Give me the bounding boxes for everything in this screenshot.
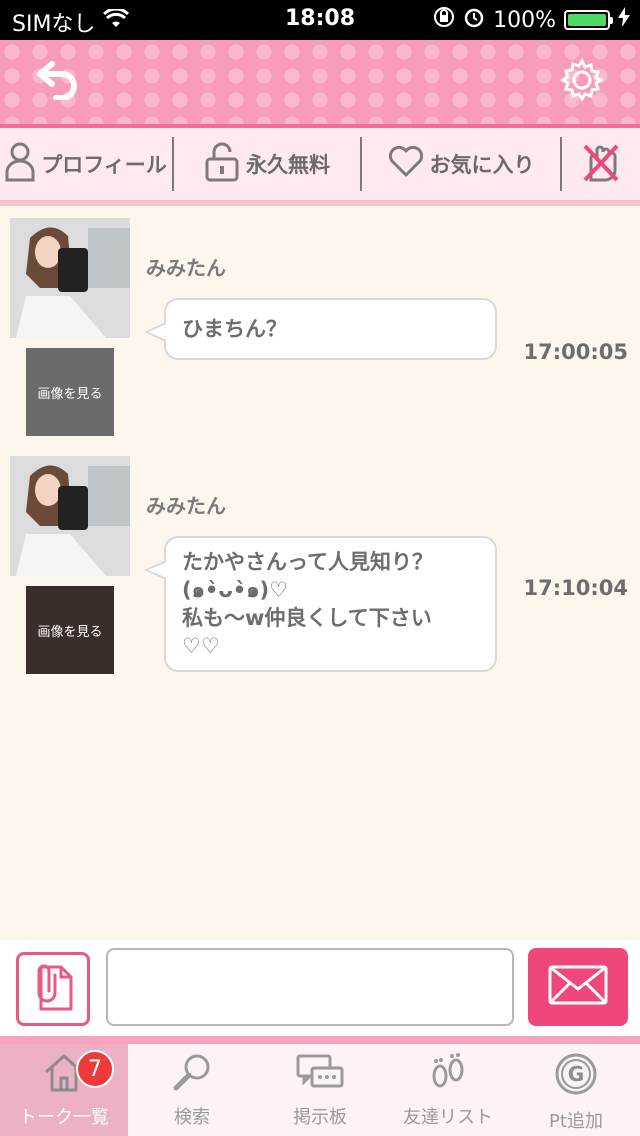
subnav-profile[interactable]: プロフィール (0, 128, 172, 200)
subnav-block[interactable] (562, 128, 640, 200)
subnav-free[interactable]: 永久無料 (174, 128, 360, 200)
view-image-label: 画像を見る (37, 386, 103, 402)
back-button[interactable] (34, 58, 82, 106)
message-input-bar (0, 940, 640, 1036)
gear-icon (560, 57, 605, 106)
image-thumb[interactable]: 画像を見る (26, 586, 114, 674)
tab-label: 掲示板 (293, 1107, 347, 1128)
unread-badge: 7 (76, 1050, 114, 1088)
chat-area[interactable]: 画像を見る みみたん ひまちん？ 17:00:05 画像を見る みみたん たかや… (0, 206, 640, 940)
svg-text:G: G (568, 1062, 584, 1086)
tab-board[interactable]: 掲示板 (256, 1044, 384, 1136)
subnav-favorite[interactable]: お気に入り (362, 128, 560, 200)
settings-button[interactable] (558, 57, 606, 106)
attach-file-button[interactable] (16, 952, 90, 1026)
chat-bubbles-icon (296, 1052, 344, 1097)
image-thumb[interactable]: 画像を見る (26, 348, 114, 436)
undo-arrow-icon (36, 60, 80, 104)
battery-fill (568, 14, 606, 26)
chat-message: 画像を見る みみたん たかやさんって人見知り？ (๑•̀ᴗ•̀๑)♡ 私も〜w仲… (0, 456, 640, 681)
app-header (0, 40, 640, 128)
avatar[interactable] (10, 456, 130, 576)
tab-add-points[interactable]: G Pt追加 (512, 1044, 640, 1136)
tab-search[interactable]: 検索 (128, 1044, 256, 1136)
tab-label: トーク一覧 (19, 1107, 109, 1128)
subnav-profile-label: プロフィール (41, 153, 167, 177)
profile-subnav: プロフィール 永久無料 お気に入り (0, 128, 640, 206)
lock-icon (204, 142, 240, 187)
message-bubble[interactable]: たかやさんって人見知り？ (๑•̀ᴗ•̀๑)♡ 私も〜w仲良くして下さい ♡♡ (144, 536, 497, 672)
block-hand-icon (581, 140, 621, 189)
subnav-free-label: 永久無料 (246, 153, 330, 177)
g-coin-icon: G (554, 1052, 598, 1101)
send-button[interactable] (528, 948, 628, 1026)
subnav-favorite-label: お気に入り (429, 153, 535, 177)
sender-name: みみたん (146, 494, 226, 518)
status-right: 100% (433, 6, 630, 34)
status-bar: SIMなし 18:08 100% (0, 0, 640, 40)
magnifier-icon (170, 1052, 214, 1097)
heart-icon (388, 145, 424, 183)
tab-friends[interactable]: 友達リスト (384, 1044, 512, 1136)
sender-name: みみたん (146, 256, 226, 280)
message-time: 17:00:05 (523, 340, 628, 364)
message-input[interactable] (106, 948, 514, 1026)
alarm-icon (463, 6, 485, 34)
charging-icon (618, 7, 630, 33)
rotation-lock-icon (433, 6, 455, 34)
avatar[interactable] (10, 218, 130, 338)
paperclip-file-icon (31, 961, 75, 1017)
tab-label: 友達リスト (403, 1107, 493, 1128)
person-icon (5, 142, 35, 187)
tab-label: 検索 (174, 1107, 210, 1128)
view-image-label: 画像を見る (37, 624, 103, 640)
tab-talk-list[interactable]: トーク一覧 7 (0, 1044, 128, 1136)
battery-percent: 100% (493, 7, 556, 33)
tab-label: Pt追加 (549, 1111, 603, 1132)
message-bubble[interactable]: ひまちん？ (144, 298, 497, 360)
chat-message: 画像を見る みみたん ひまちん？ 17:00:05 (0, 218, 640, 443)
footprints-icon (426, 1052, 470, 1097)
bottom-tab-bar: トーク一覧 7 検索 掲示板 友達リスト G Pt追加 (0, 1036, 640, 1136)
battery-icon (564, 10, 613, 30)
envelope-icon (548, 965, 608, 1009)
message-time: 17:10:04 (523, 576, 628, 600)
